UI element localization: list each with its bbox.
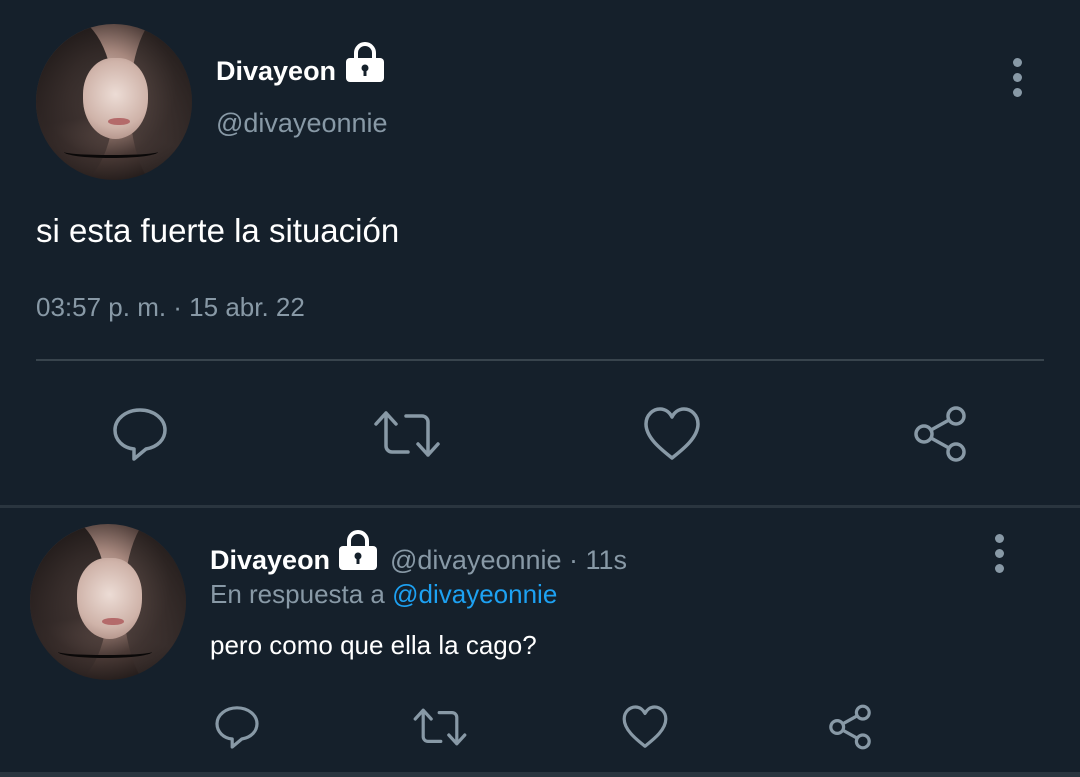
like-button[interactable] [621, 703, 669, 751]
retweet-icon [413, 708, 467, 746]
divider [36, 359, 1044, 361]
section-divider [0, 505, 1080, 508]
share-button[interactable] [910, 404, 970, 464]
like-icon [644, 407, 700, 460]
tweet-text: si esta fuerte la situación [36, 212, 400, 249]
main-tweet: Divayeon @divayeonnie si esta fuerte la … [0, 0, 1080, 505]
more-options-icon[interactable] [1010, 58, 1024, 103]
share-icon [914, 406, 966, 462]
share-icon [829, 704, 871, 750]
lock-icon [346, 42, 384, 82]
reply-icon [215, 706, 259, 749]
handle[interactable]: @divayeonnie [216, 108, 388, 139]
like-icon [622, 705, 668, 748]
retweet-button[interactable] [412, 703, 468, 751]
avatar[interactable] [36, 24, 192, 180]
retweet-icon [374, 411, 440, 457]
more-options-icon[interactable] [992, 534, 1006, 579]
share-button[interactable] [826, 703, 874, 751]
reply-context: En respuesta a @divayeonnie [210, 579, 557, 610]
reply-icon [113, 408, 167, 461]
display-name[interactable]: Divayeon [210, 545, 330, 576]
handle-and-time[interactable]: @divayeonnie · 11s [390, 545, 627, 576]
reply-button[interactable] [213, 703, 261, 751]
retweet-button[interactable] [372, 404, 442, 464]
reply-prefix: En respuesta a [210, 579, 385, 609]
reply-mention-link[interactable]: @divayeonnie [392, 579, 557, 609]
tweet-text: pero como que ella la cago? [210, 630, 537, 660]
like-button[interactable] [642, 404, 702, 464]
avatar[interactable] [30, 524, 186, 680]
reply-button[interactable] [110, 404, 170, 464]
display-name[interactable]: Divayeon [216, 56, 336, 87]
section-divider [0, 772, 1080, 777]
timestamp[interactable]: 03:57 p. m. · 15 abr. 22 [36, 292, 305, 323]
lock-icon [339, 530, 377, 570]
